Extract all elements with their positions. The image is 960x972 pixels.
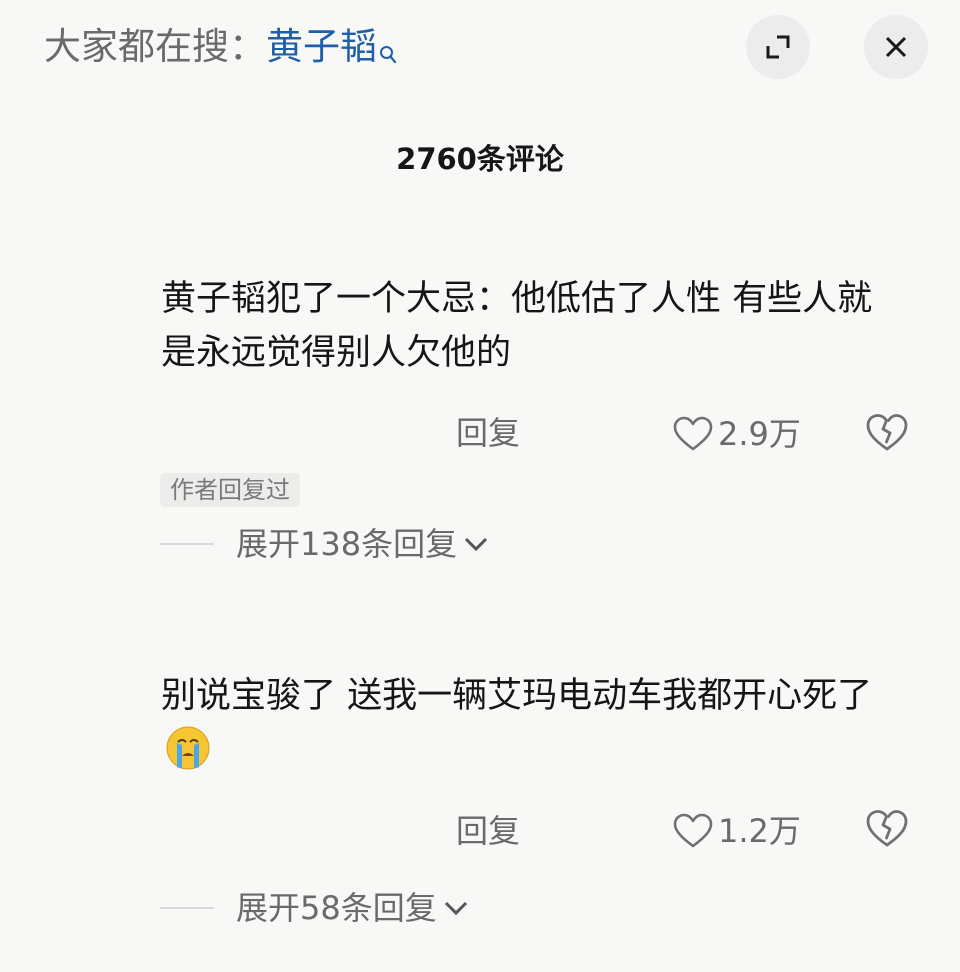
expand-replies-label: 展开58条回复 [236, 889, 437, 927]
expand-icon [766, 35, 790, 59]
expand-replies-label: 展开138条回复 [236, 525, 458, 563]
crying-face-emoji [163, 723, 213, 773]
chevron-down-icon [465, 537, 488, 552]
like-count: 2.9万 [718, 415, 801, 453]
search-term-link[interactable]: 黄子韬 [266, 25, 377, 68]
heart-icon [673, 416, 713, 451]
chevron-down-icon [444, 901, 467, 916]
search-icon[interactable] [379, 28, 397, 64]
expand-replies-button[interactable]: 展开138条回复 [160, 522, 489, 566]
dislike-button[interactable] [864, 412, 910, 458]
heart-icon [673, 813, 713, 848]
reply-button[interactable]: 回复 [456, 413, 520, 453]
dislike-button[interactable] [864, 808, 910, 854]
close-icon [885, 36, 907, 58]
comment-text: 别说宝骏了 送我一辆艾玛电动车我都开心死了 [161, 669, 906, 779]
close-button[interactable] [864, 15, 928, 79]
search-suggestion[interactable]: 大家都在搜：黄子韬 [44, 22, 397, 72]
author-replied-badge: 作者回复过 [160, 473, 300, 507]
divider-line [160, 907, 214, 909]
comment-text-content: 别说宝骏了 送我一辆艾玛电动车我都开心死了 [161, 676, 873, 716]
comment-count: 2760条评论 [396, 142, 564, 176]
like-count: 1.2万 [718, 812, 801, 850]
search-prefix-label: 大家都在搜： [44, 25, 266, 68]
divider-line [160, 543, 214, 545]
comment-text: 黄子韬犯了一个大忌：他低估了人性 有些人就是永远觉得别人欠他的 [161, 279, 873, 373]
like-button[interactable]: 1.2万 [672, 811, 801, 851]
expand-button[interactable] [746, 15, 810, 79]
broken-heart-icon [866, 414, 908, 451]
broken-heart-icon [866, 810, 908, 847]
like-button[interactable]: 2.9万 [672, 414, 801, 454]
expand-replies-button[interactable]: 展开58条回复 [160, 886, 469, 930]
top-bar: 大家都在搜：黄子韬 [0, 0, 960, 100]
reply-button[interactable]: 回复 [456, 811, 520, 851]
